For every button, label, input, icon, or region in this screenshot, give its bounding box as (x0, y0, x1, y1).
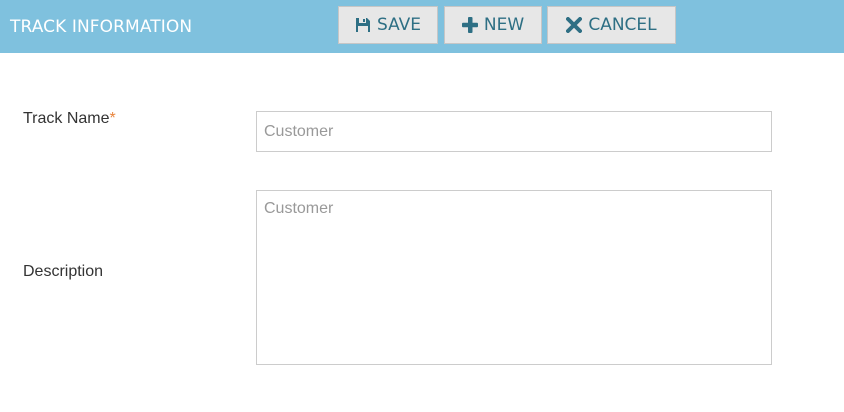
required-marker: * (109, 110, 116, 127)
save-button-label: SAVE (376, 15, 422, 35)
cancel-button[interactable]: CANCEL (547, 6, 676, 44)
floppy-disk-icon (355, 17, 371, 33)
cancel-button-label: CANCEL (588, 15, 657, 35)
plus-icon (461, 17, 478, 33)
save-button[interactable]: SAVE (338, 6, 438, 44)
new-button-label: NEW (483, 15, 525, 35)
x-icon (566, 17, 583, 33)
toolbar-header: TRACK INFORMATION SAVE NEW CANCEL (0, 0, 844, 53)
track-name-label: Track Name* (23, 110, 116, 128)
track-name-label-text: Track Name (23, 110, 110, 127)
track-name-input[interactable] (256, 111, 772, 152)
new-button[interactable]: NEW (444, 6, 542, 44)
description-textarea[interactable] (256, 190, 772, 365)
page-title: TRACK INFORMATION (10, 17, 193, 37)
description-label: Description (23, 263, 104, 280)
